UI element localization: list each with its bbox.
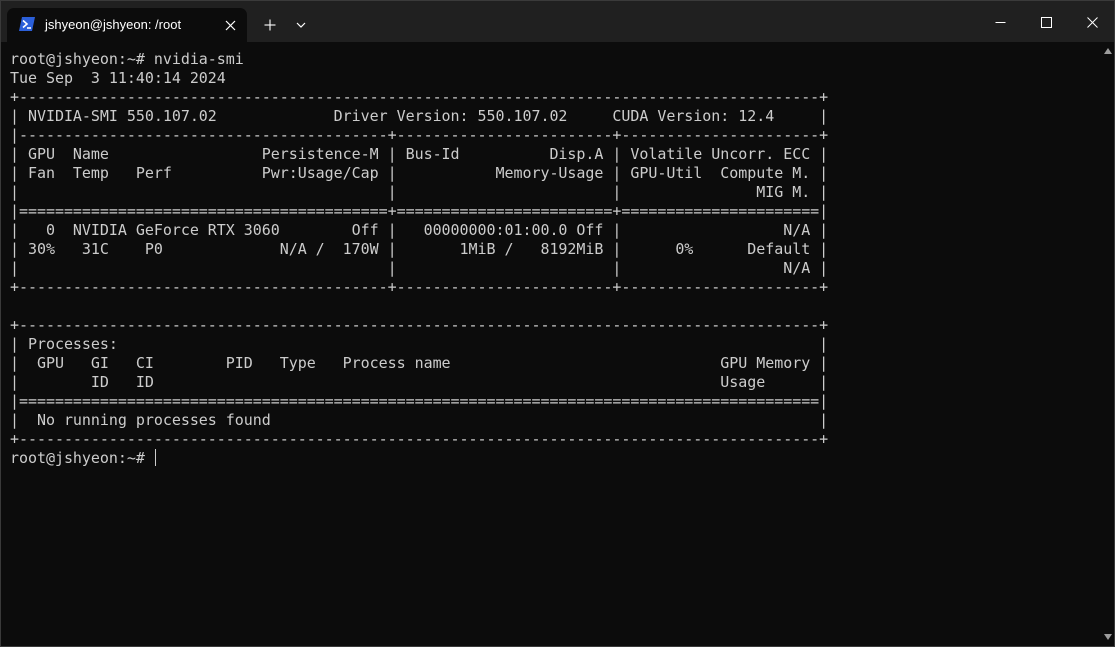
chevron-down-icon (296, 22, 306, 28)
terminal-line: | GPU Name Persistence-M | Bus-Id Disp.A… (10, 145, 829, 163)
close-window-button[interactable] (1079, 9, 1105, 35)
terminal-line: |---------------------------------------… (10, 126, 829, 144)
maximize-icon (1040, 16, 1052, 28)
terminal-line: | NVIDIA-SMI 550.107.02 Driver Version: … (10, 107, 829, 125)
terminal-line: | Fan Temp Perf Pwr:Usage/Cap | Memory-U… (10, 164, 829, 182)
vertical-scrollbar[interactable] (1101, 42, 1114, 646)
scroll-down-arrow-icon[interactable] (1102, 631, 1114, 643)
shell-prompt: root@jshyeon:~# (10, 449, 154, 467)
plus-icon (264, 19, 276, 31)
terminal-line: | | | MIG M. | (10, 183, 829, 201)
powershell-icon (19, 17, 35, 31)
terminal-line: Tue Sep 3 11:40:14 2024 (10, 69, 226, 87)
tab-close-button[interactable] (221, 16, 239, 34)
close-icon (1086, 16, 1098, 28)
terminal-line: +---------------------------------------… (10, 278, 829, 296)
maximize-button[interactable] (1033, 9, 1059, 35)
terminal-line: | 30% 31C P0 N/A / 170W | 1MiB / 8192MiB… (10, 240, 829, 258)
close-icon (225, 20, 235, 30)
title-bar[interactable]: jshyeon@jshyeon: /root (1, 1, 1114, 42)
prompt-line[interactable]: root@jshyeon:~# (10, 449, 1095, 468)
terminal-line: |=======================================… (10, 392, 829, 410)
terminal-line: | 0 NVIDIA GeForce RTX 3060 Off | 000000… (10, 221, 829, 239)
tab-title: jshyeon@jshyeon: /root (45, 17, 182, 32)
terminal-output[interactable]: root@jshyeon:~# nvidia-smi Tue Sep 3 11:… (10, 50, 1095, 640)
profile-dropdown-button[interactable] (291, 15, 311, 35)
minimize-button[interactable] (987, 9, 1013, 35)
terminal-line: +---------------------------------------… (10, 88, 829, 106)
scroll-up-arrow-icon[interactable] (1102, 45, 1114, 57)
terminal-window: jshyeon@jshyeon: /root root@jshyeon:~# n… (0, 0, 1115, 647)
terminal-line: +---------------------------------------… (10, 430, 829, 448)
terminal-line: | GPU GI CI PID Type Process name GPU Me… (10, 354, 829, 372)
terminal-line: +---------------------------------------… (10, 316, 829, 334)
terminal-tab[interactable]: jshyeon@jshyeon: /root (7, 8, 247, 42)
terminal-line: | Processes: | (10, 335, 829, 353)
terminal-line: root@jshyeon:~# nvidia-smi (10, 50, 244, 68)
new-tab-button[interactable] (259, 14, 281, 36)
terminal-line: | No running processes found | (10, 411, 829, 429)
terminal-line: | ID ID Usage | (10, 373, 829, 391)
terminal-line: | | | N/A | (10, 259, 829, 277)
minimize-icon (995, 21, 1005, 23)
terminal-line: |=======================================… (10, 202, 829, 220)
text-cursor (154, 449, 156, 466)
